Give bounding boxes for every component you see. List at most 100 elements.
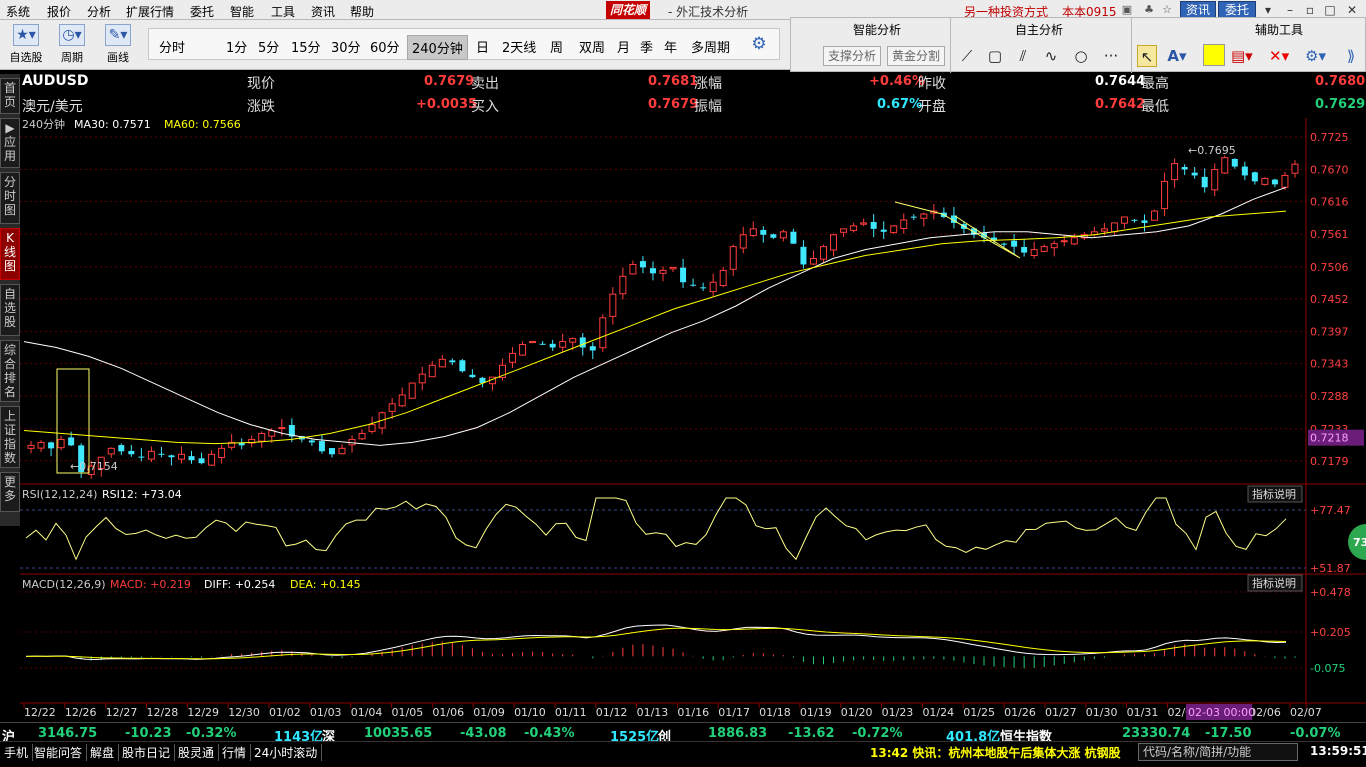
indicator-explain-macd[interactable]: 指标说明 (1252, 576, 1296, 590)
bottom-tab-mobile[interactable]: 手机 (0, 744, 34, 761)
menu-news[interactable]: 资讯 (311, 3, 335, 20)
macd-tick-label: -0.075 (1310, 662, 1345, 675)
candle-body-up (1030, 249, 1038, 257)
circle-tool-icon[interactable]: ○ (1071, 45, 1091, 67)
amp-label: 振幅 (694, 99, 722, 115)
indicator-explain-rsi[interactable]: 指标说明 (1252, 487, 1296, 501)
entrust-button[interactable]: 委托 (1218, 1, 1256, 18)
bottom-tab-smart-qa[interactable]: 智能问答 (30, 744, 88, 761)
candle-body-up (890, 225, 898, 233)
candle-body-up (729, 246, 737, 270)
menu-tools[interactable]: 工具 (271, 3, 295, 20)
wave-tool-icon[interactable]: ∿ (1041, 45, 1061, 67)
period-timeshare[interactable]: 分时 (159, 37, 185, 56)
tab-self-stock[interactable]: 自选股 (0, 284, 20, 336)
period-label: 周期 (61, 51, 83, 64)
period-quarter[interactable]: 季 (640, 37, 653, 56)
period-2day[interactable]: 2天线 (502, 37, 536, 56)
candle-body-up (1261, 177, 1269, 185)
menu-smart[interactable]: 智能 (230, 3, 254, 20)
search-input[interactable]: 代码/名称/简拼/功能 (1138, 743, 1298, 761)
candle-body-up (820, 246, 828, 260)
rectangle-tool-icon[interactable]: ▢ (985, 45, 1005, 67)
menu-help[interactable]: 帮助 (350, 3, 374, 20)
period-button[interactable]: ◷▾ 周期 (50, 24, 94, 65)
close-icon[interactable]: ✕ (1344, 2, 1360, 18)
period-day[interactable]: 日 (476, 37, 489, 56)
bottom-tab-quote[interactable]: 行情 (218, 744, 252, 761)
candle-body-up (709, 281, 717, 293)
self-stock-button[interactable]: ★▾ 自选股 (4, 24, 48, 65)
period-multi[interactable]: 多周期 (691, 37, 730, 56)
more-icon[interactable]: ··· (1101, 45, 1121, 67)
minimize-icon[interactable]: – (1282, 2, 1298, 18)
menu-system[interactable]: 系统 (6, 3, 30, 20)
bottom-tab-diary[interactable]: 股市日记 (118, 744, 176, 761)
news-ticker[interactable]: 13:42 快讯：杭州本地股午后集体大涨 杭钢股 (870, 744, 1121, 761)
news-button[interactable]: 资讯 (1180, 1, 1216, 18)
candle-body-down (1201, 176, 1208, 188)
price-tick-label: 0.7179 (1310, 455, 1349, 468)
period-240min[interactable]: 240分钟 (407, 35, 468, 60)
dropdown-icon[interactable]: ▾ (1260, 2, 1276, 18)
period-15min[interactable]: 15分 (291, 37, 321, 56)
candle-body-up (629, 263, 637, 275)
text-tool-icon[interactable]: A▾ (1167, 45, 1187, 67)
menu-quote[interactable]: 报价 (47, 3, 71, 20)
candle-body-down (690, 284, 697, 286)
support-analysis-button[interactable]: 支撑分析 (823, 46, 882, 66)
line-tool-icon[interactable]: ⟋ (957, 45, 977, 67)
candle-body-up (368, 424, 376, 432)
delete-icon[interactable]: ✕▾ (1269, 45, 1289, 67)
date-label: 01/31 (1127, 706, 1159, 719)
period-60min[interactable]: 60分 (370, 37, 400, 56)
eraser-icon[interactable]: ▤▾ (1231, 45, 1253, 67)
period-biweek[interactable]: 双周 (579, 37, 605, 56)
symbol: AUDUSD (22, 73, 89, 89)
draw-line-button[interactable]: ✎▾ 画线 (96, 24, 140, 65)
candle-body-up (1120, 216, 1128, 224)
bottom-tab-24h[interactable]: 24小时滚动 (250, 744, 323, 761)
open-label: 开盘 (918, 99, 946, 115)
period-5min[interactable]: 5分 (258, 37, 279, 56)
menu-entrust[interactable]: 委托 (190, 3, 214, 20)
menu-extended-quote[interactable]: 扩展行情 (126, 3, 174, 20)
candle-body-up (739, 234, 747, 249)
tab-apps[interactable]: ▶ 应用 (0, 118, 20, 168)
gear-icon[interactable]: ⚙ (749, 34, 769, 54)
color-picker[interactable] (1203, 44, 1225, 66)
bottom-tab-interpret[interactable]: 解盘 (86, 744, 120, 761)
restore-icon[interactable]: ▫ (1302, 2, 1318, 18)
tab-more[interactable]: 更多 (0, 472, 20, 512)
kline-chart[interactable]: 0.7725 0.7670 0.7616 0.7561 0.7506 0.7452 0.73… (20, 118, 1366, 722)
tab-ranking[interactable]: 综合排名 (0, 340, 20, 402)
candle-body-up (1221, 157, 1229, 174)
left-nav: 首页 ▶ 应用 分时图 K线图 自选股 综合排名 上证指数 更多 (0, 74, 20, 526)
cy-pct: -0.72% (852, 726, 903, 741)
low-value: 0.7629 (1315, 97, 1366, 112)
collapse-icon[interactable]: ⟫ (1341, 45, 1361, 67)
candle-body-down (118, 445, 125, 452)
tab-kline[interactable]: K线图 (0, 228, 20, 280)
period-30min[interactable]: 30分 (331, 37, 361, 56)
settings-gear-icon[interactable]: ⚙▾ (1305, 45, 1326, 67)
tab-home[interactable]: 首页 (0, 78, 20, 114)
tab-sh-index[interactable]: 上证指数 (0, 406, 20, 468)
period-1min[interactable]: 1分 (226, 37, 247, 56)
lock-icon[interactable]: ▣ (1120, 3, 1134, 17)
period-month[interactable]: 月 (617, 37, 630, 56)
bottom-tab-stock-link[interactable]: 股灵通 (174, 744, 220, 761)
period-year[interactable]: 年 (664, 37, 677, 56)
pointer-icon[interactable]: ↖ (1137, 45, 1157, 67)
period-week[interactable]: 周 (550, 37, 563, 56)
tab-timeshare[interactable]: 分时图 (0, 172, 20, 224)
menu-analysis[interactable]: 分析 (87, 3, 111, 20)
star-icon[interactable]: ☆ (1160, 3, 1174, 17)
shirt-icon[interactable]: ♣ (1142, 3, 1156, 17)
maximize-icon[interactable]: □ (1322, 2, 1338, 18)
hs-change: -17.50 (1205, 726, 1252, 741)
parallel-tool-icon[interactable]: ⫽ (1013, 45, 1033, 67)
candle-body-up (559, 341, 567, 348)
golden-section-button[interactable]: 黄金分割 (887, 46, 946, 66)
candle-body-down (1181, 167, 1188, 170)
